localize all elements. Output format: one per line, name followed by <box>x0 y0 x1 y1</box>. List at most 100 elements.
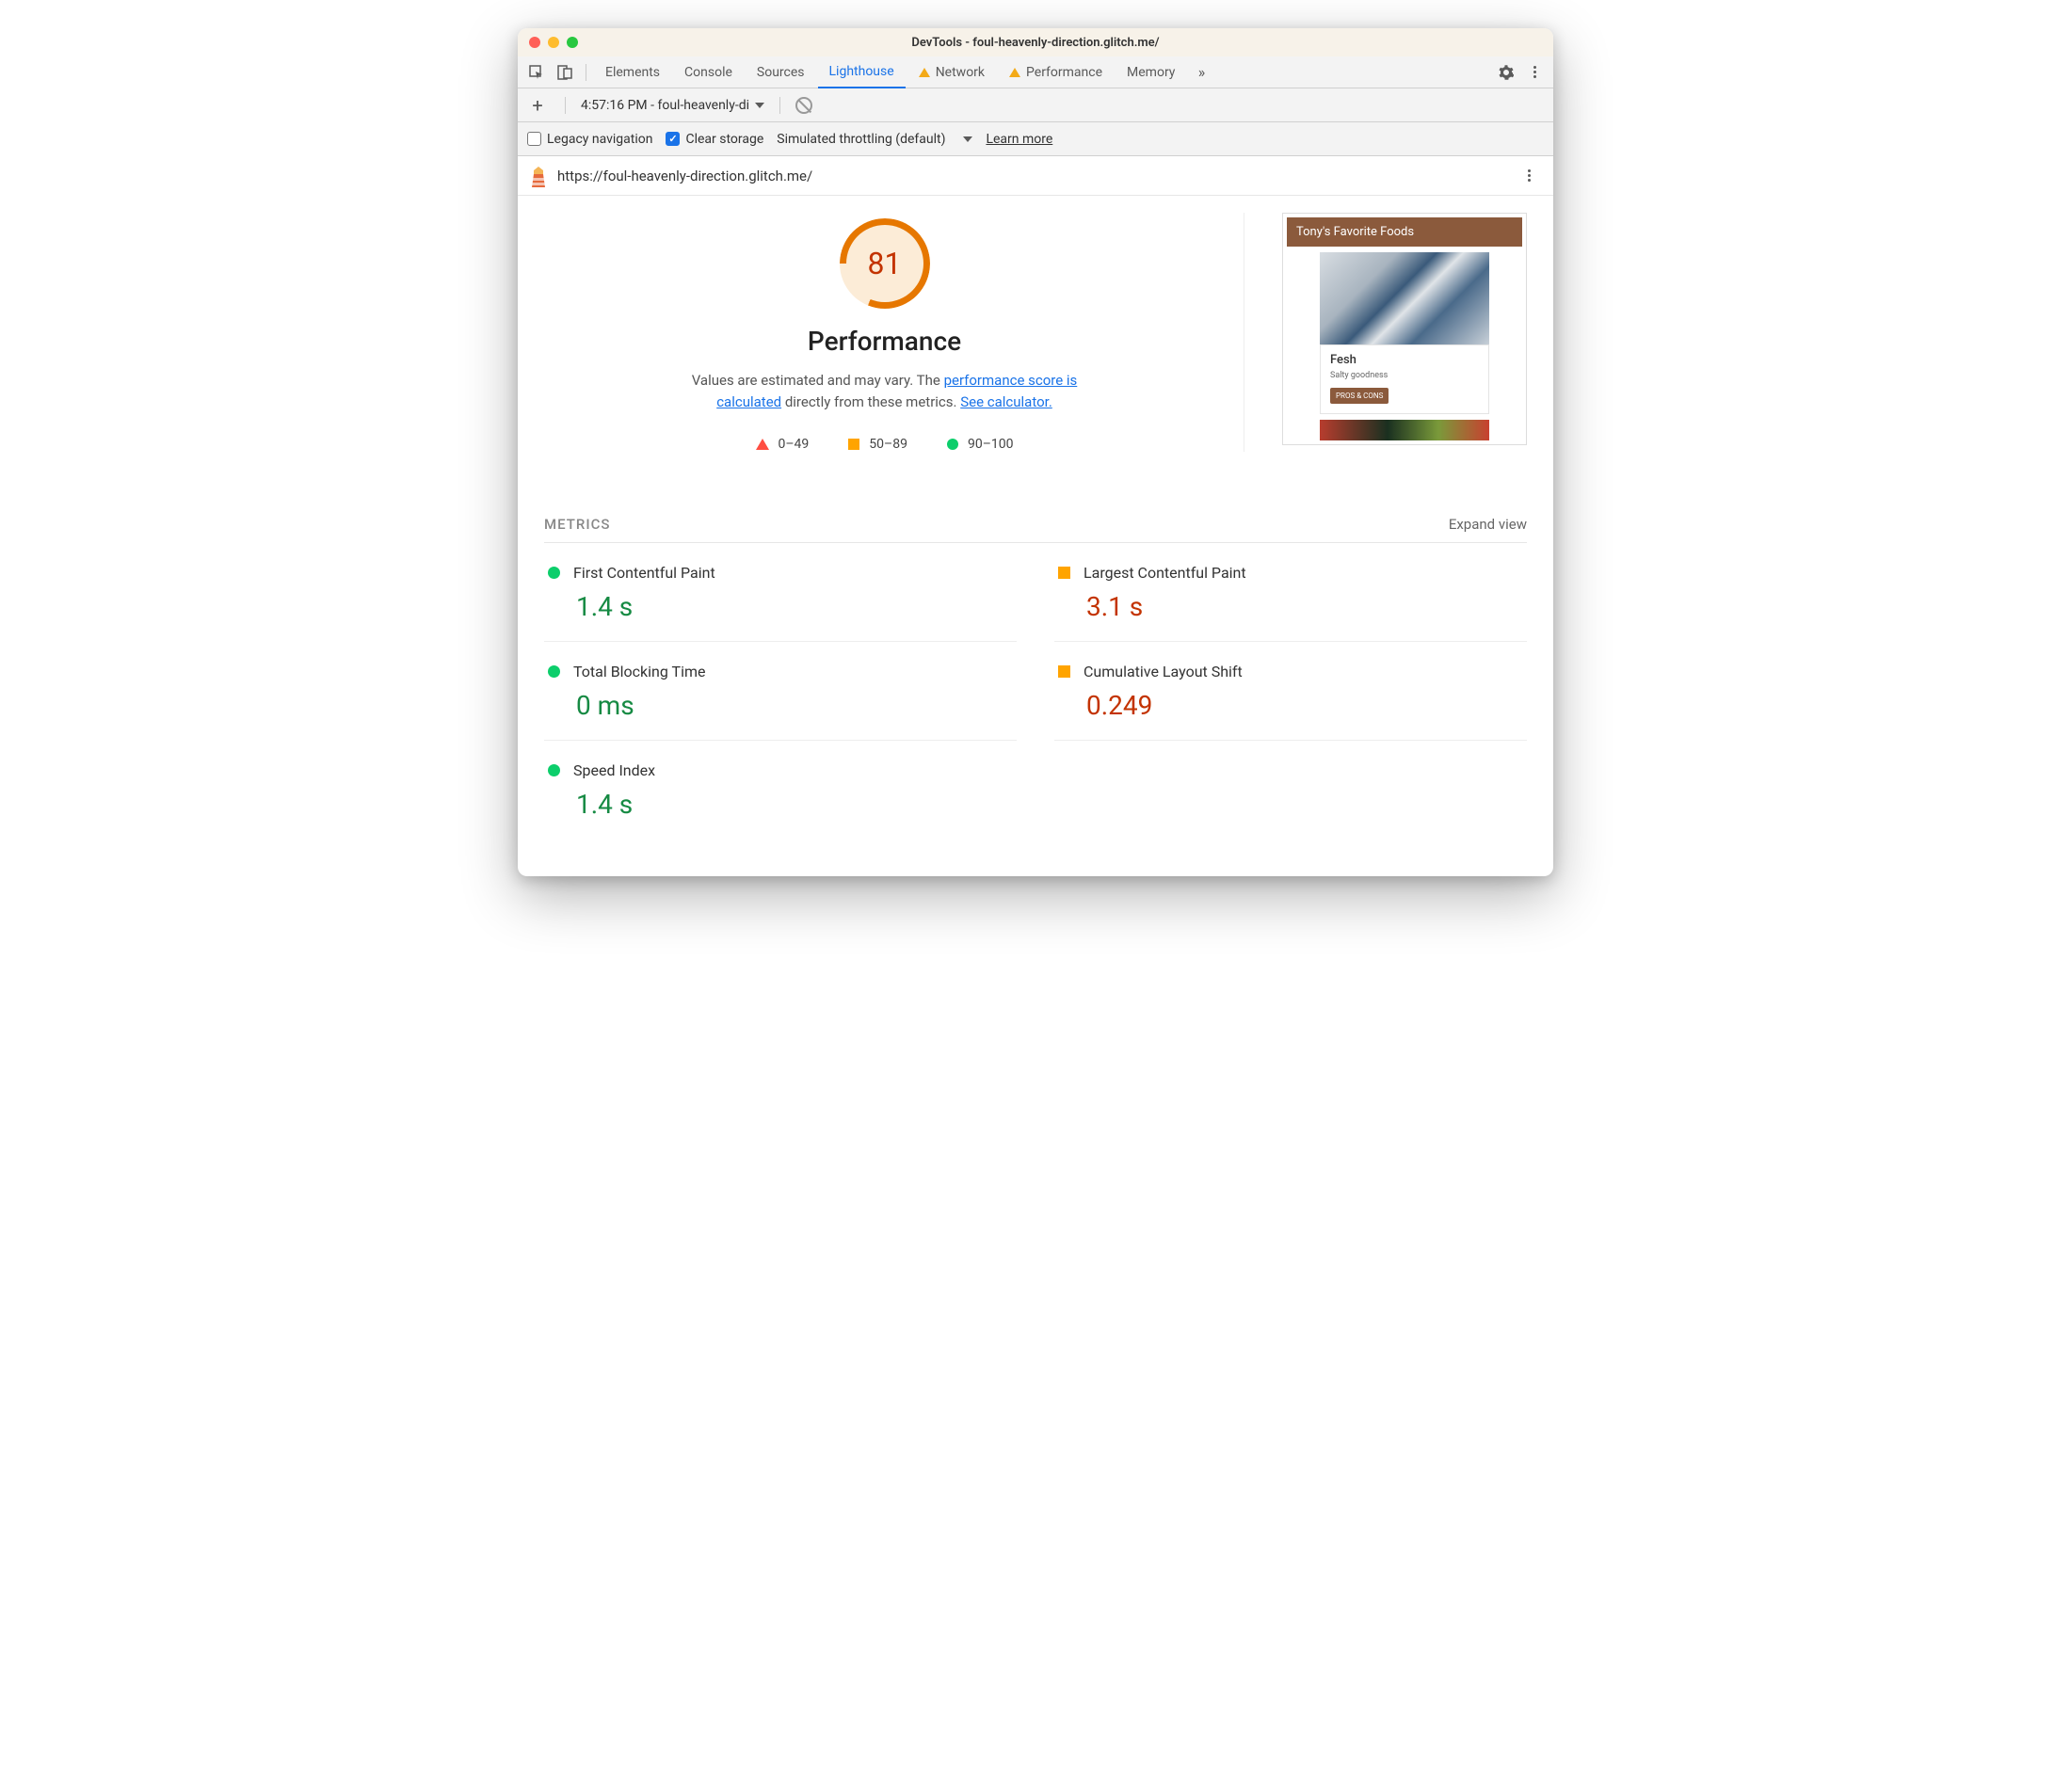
desc-text: Values are estimated and may vary. The <box>692 372 944 389</box>
new-report-button[interactable]: + <box>525 94 550 117</box>
legacy-navigation-option[interactable]: Legacy navigation <box>527 132 652 147</box>
score-section: 81 Performance Values are estimated and … <box>544 213 1244 452</box>
report-selector[interactable]: 4:57:16 PM - foul-heavenly-di <box>581 98 764 113</box>
option-label: Legacy navigation <box>547 132 652 147</box>
clear-storage-option[interactable]: Clear storage <box>666 132 763 147</box>
titlebar: DevTools - foul-heavenly-direction.glitc… <box>518 28 1553 56</box>
clear-report-icon[interactable] <box>795 97 812 114</box>
tab-label: Network <box>936 65 985 80</box>
triangle-icon <box>756 439 769 450</box>
lighthouse-toolbar: + 4:57:16 PM - foul-heavenly-di <box>518 88 1553 122</box>
metric-label: Speed Index <box>573 761 655 779</box>
metric-lcp[interactable]: Largest Contentful Paint 3.1 s <box>1054 543 1527 642</box>
tab-sources[interactable]: Sources <box>746 56 816 88</box>
score-legend: 0–49 50–89 90–100 <box>756 437 1014 452</box>
legend-pass: 90–100 <box>947 437 1014 452</box>
preview-card-title: Fesh <box>1330 353 1479 367</box>
warning-icon <box>919 68 930 77</box>
tab-performance[interactable]: Performance <box>998 56 1114 88</box>
legend-label: 90–100 <box>968 437 1014 452</box>
throttling-selector[interactable]: Simulated throttling (default) <box>777 132 972 147</box>
metric-label: First Contentful Paint <box>573 564 715 582</box>
metric-tbt[interactable]: Total Blocking Time 0 ms <box>544 642 1017 741</box>
lighthouse-logo-icon <box>529 165 548 187</box>
metrics-title: METRICS <box>544 516 610 533</box>
desc-text: directly from these metrics. <box>781 393 960 410</box>
legend-average: 50–89 <box>848 437 907 452</box>
dropdown-icon <box>963 136 972 142</box>
devtools-window: DevTools - foul-heavenly-direction.glitc… <box>518 28 1553 876</box>
preview-frame: Tony's Favorite Foods Fesh Salty goodnes… <box>1282 213 1527 445</box>
metric-cls[interactable]: Cumulative Layout Shift 0.249 <box>1054 642 1527 741</box>
average-square-icon <box>1058 567 1070 579</box>
tab-memory[interactable]: Memory <box>1116 56 1186 88</box>
tab-elements[interactable]: Elements <box>594 56 671 88</box>
circle-icon <box>947 439 958 450</box>
category-title: Performance <box>808 326 961 357</box>
checkbox-unchecked-icon[interactable] <box>527 132 541 146</box>
warning-icon <box>1009 68 1020 77</box>
score-description: Values are estimated and may vary. The p… <box>687 370 1083 412</box>
settings-gear-icon[interactable] <box>1493 59 1519 86</box>
preview-image <box>1320 420 1489 440</box>
preview-card-subtitle: Salty goodness <box>1330 371 1479 380</box>
metric-value: 1.4 s <box>576 789 1017 820</box>
square-icon <box>848 439 859 450</box>
metrics-grid: First Contentful Paint 1.4 s Largest Con… <box>544 543 1527 839</box>
pass-circle-icon <box>548 665 560 678</box>
divider <box>565 97 566 114</box>
score-gauge[interactable]: 81 <box>840 218 930 309</box>
legend-fail: 0–49 <box>756 437 810 452</box>
preview-image <box>1320 252 1489 344</box>
metric-fcp[interactable]: First Contentful Paint 1.4 s <box>544 543 1017 642</box>
metric-value: 1.4 s <box>576 591 1017 622</box>
report-hero: 81 Performance Values are estimated and … <box>544 213 1527 452</box>
see-calculator-link[interactable]: See calculator. <box>960 393 1052 410</box>
window-title: DevTools - foul-heavenly-direction.glitc… <box>518 36 1553 50</box>
option-label: Clear storage <box>685 132 763 147</box>
expand-view-button[interactable]: Expand view <box>1449 516 1527 533</box>
checkbox-checked-icon[interactable] <box>666 132 680 146</box>
inspect-element-icon[interactable] <box>523 59 550 86</box>
kebab-menu-icon[interactable] <box>1521 59 1548 86</box>
page-preview: Tony's Favorite Foods Fesh Salty goodnes… <box>1282 213 1527 452</box>
preview-card-button: PROS & CONS <box>1330 388 1389 404</box>
score-value: 81 <box>868 246 902 281</box>
tab-label: Performance <box>1026 65 1102 80</box>
metric-value: 0.249 <box>1086 690 1527 721</box>
legend-label: 50–89 <box>869 437 907 452</box>
pass-circle-icon <box>548 764 560 776</box>
report-url-bar: https://foul-heavenly-direction.glitch.m… <box>518 156 1553 196</box>
divider <box>779 97 780 114</box>
report-url: https://foul-heavenly-direction.glitch.m… <box>557 168 1506 184</box>
pass-circle-icon <box>548 567 560 579</box>
metric-si[interactable]: Speed Index 1.4 s <box>544 741 1017 839</box>
more-tabs-button[interactable] <box>1188 59 1214 86</box>
metric-value: 0 ms <box>576 690 1017 721</box>
dropdown-icon <box>755 103 764 108</box>
lighthouse-options-bar: Legacy navigation Clear storage Simulate… <box>518 122 1553 156</box>
metric-label: Largest Contentful Paint <box>1084 564 1246 582</box>
metric-label: Total Blocking Time <box>573 663 705 680</box>
report-menu-icon[interactable] <box>1516 163 1542 189</box>
legend-label: 0–49 <box>779 437 810 452</box>
maximize-window-button[interactable] <box>567 37 578 48</box>
lighthouse-report: 81 Performance Values are estimated and … <box>518 196 1553 876</box>
panel-tabbar: Elements Console Sources Lighthouse Netw… <box>518 56 1553 88</box>
close-window-button[interactable] <box>529 37 540 48</box>
tab-lighthouse[interactable]: Lighthouse <box>818 56 906 88</box>
metrics-header: METRICS Expand view <box>544 516 1527 543</box>
device-toolbar-icon[interactable] <box>552 59 578 86</box>
learn-more-link[interactable]: Learn more <box>986 132 1052 147</box>
average-square-icon <box>1058 665 1070 678</box>
tab-console[interactable]: Console <box>673 56 744 88</box>
minimize-window-button[interactable] <box>548 37 559 48</box>
tab-network[interactable]: Network <box>907 56 996 88</box>
metric-label: Cumulative Layout Shift <box>1084 663 1243 680</box>
preview-card: Fesh Salty goodness PROS & CONS <box>1320 344 1489 414</box>
preview-header: Tony's Favorite Foods <box>1287 217 1522 247</box>
throttling-label: Simulated throttling (default) <box>777 132 945 147</box>
report-selector-label: 4:57:16 PM - foul-heavenly-di <box>581 98 749 113</box>
metric-value: 3.1 s <box>1086 591 1527 622</box>
traffic-lights <box>518 37 578 48</box>
